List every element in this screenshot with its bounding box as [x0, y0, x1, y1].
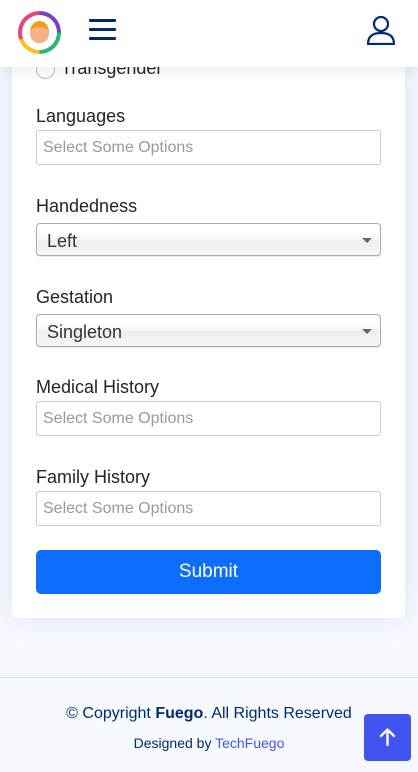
credits-text: Designed by TechFuego — [0, 735, 418, 751]
arrow-up-icon — [379, 728, 396, 747]
copyright-text: © Copyright Fuego. All Rights Reserved — [0, 705, 418, 723]
languages-label: Languages — [36, 106, 126, 126]
handedness-label: Handedness — [36, 196, 138, 216]
back-to-top-button[interactable] — [364, 714, 411, 761]
languages-input[interactable] — [43, 138, 363, 158]
submit-button[interactable]: Submit — [36, 550, 381, 594]
footer: © Copyright Fuego. All Rights Reserved D… — [0, 677, 418, 772]
chevron-down-icon — [362, 238, 372, 243]
medical-history-label: Medical History — [36, 377, 160, 397]
user-profile-icon[interactable] — [366, 15, 396, 45]
logo-child-face — [30, 21, 49, 43]
medical-history-input[interactable] — [43, 409, 363, 429]
fuego-logo-icon[interactable] — [18, 11, 61, 54]
copyright-suffix: . All Rights Reserved — [203, 705, 352, 722]
gestation-select[interactable]: Singleton — [36, 314, 381, 347]
family-history-multiselect[interactable] — [36, 491, 381, 526]
brand-name: Fuego — [155, 705, 204, 722]
hamburger-menu-icon[interactable] — [89, 19, 116, 41]
logo-inner — [22, 15, 57, 50]
top-header — [0, 0, 418, 67]
handedness-value: Left — [47, 231, 78, 251]
chevron-down-icon — [362, 329, 372, 334]
designer-link[interactable]: TechFuego — [215, 735, 284, 751]
gestation-label: Gestation — [36, 287, 114, 307]
family-history-label: Family History — [36, 467, 151, 487]
copyright-prefix: © Copyright — [66, 705, 156, 722]
handedness-select[interactable]: Left — [36, 223, 381, 256]
family-history-input[interactable] — [43, 499, 363, 519]
designed-by-label: Designed by — [133, 735, 216, 751]
languages-multiselect[interactable] — [36, 130, 381, 165]
medical-history-multiselect[interactable] — [36, 401, 381, 436]
gestation-value: Singleton — [47, 322, 123, 342]
